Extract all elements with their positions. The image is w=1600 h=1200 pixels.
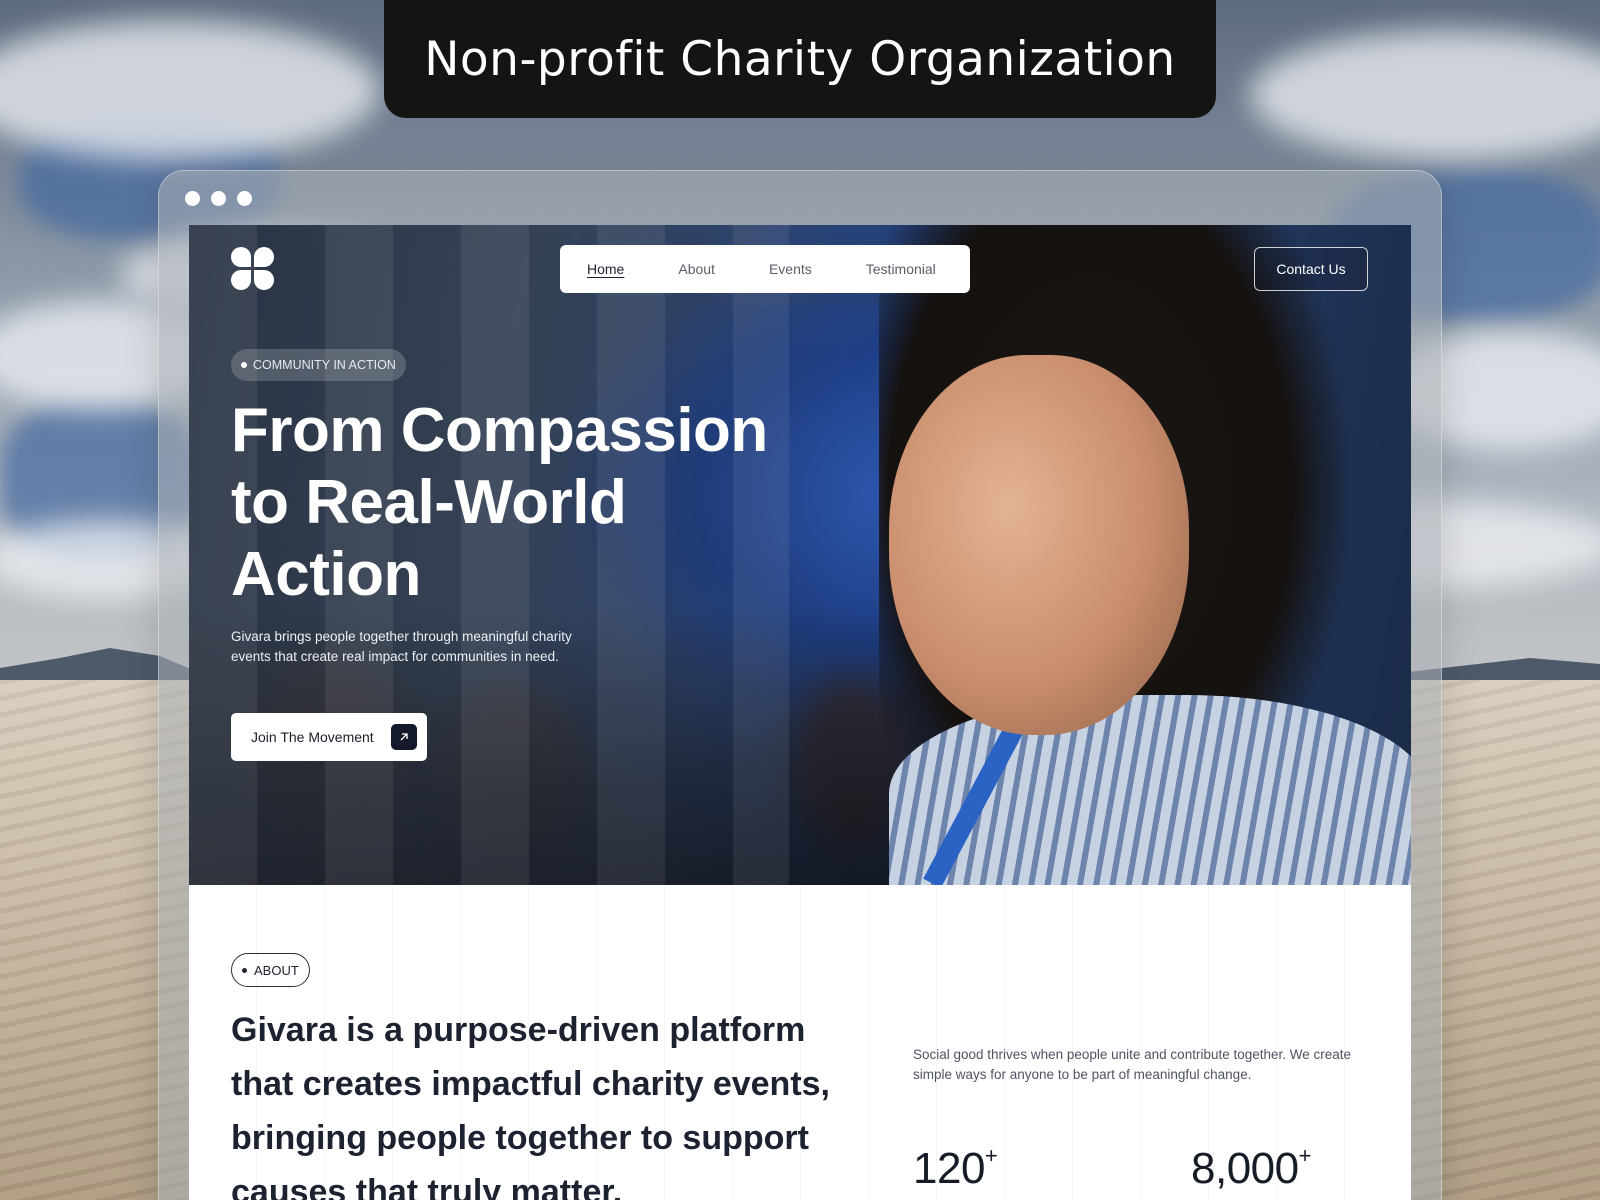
brand-logo[interactable]: [231, 247, 275, 291]
hero-title: From Compassion to Real-World Action: [231, 395, 791, 611]
window-dot[interactable]: [237, 191, 252, 206]
hero-tag: COMMUNITY IN ACTION: [231, 349, 406, 381]
hero-subtitle: Givara brings people together through me…: [231, 629, 572, 664]
main-nav: Home About Events Testimonial: [560, 245, 970, 293]
banner-title: Non-profit Charity Organization: [424, 31, 1176, 87]
hero-title-line: From Compassion: [231, 396, 768, 465]
website-page: Home About Events Testimonial Contact Us…: [189, 225, 1411, 1200]
hero-title-line: to Real-World: [231, 468, 627, 537]
hero-section: Home About Events Testimonial Contact Us…: [189, 225, 1411, 885]
window-controls: [185, 191, 252, 206]
stat-value: 120+: [913, 1143, 998, 1193]
nav-item-events[interactable]: Events: [769, 261, 812, 277]
join-movement-label: Join The Movement: [251, 729, 374, 745]
hero-title-line: Action: [231, 540, 421, 609]
contact-us-button[interactable]: Contact Us: [1254, 247, 1368, 291]
nav-item-testimonial[interactable]: Testimonial: [866, 261, 936, 277]
join-movement-button[interactable]: Join The Movement: [231, 713, 427, 761]
nav-item-about[interactable]: About: [678, 261, 715, 277]
arrow-up-right-icon: [391, 724, 417, 750]
window-dot[interactable]: [211, 191, 226, 206]
about-heading: Givara is a purpose-driven platform that…: [231, 1011, 831, 1200]
stat-value: 8,000+: [1191, 1143, 1311, 1193]
title-banner: Non-profit Charity Organization: [384, 0, 1216, 118]
about-section: ABOUT Givara is a purpose-driven platfor…: [189, 885, 1411, 1200]
about-paragraph: Social good thrives when people unite an…: [913, 1047, 1352, 1082]
nav-item-home[interactable]: Home: [587, 261, 624, 277]
about-tag: ABOUT: [231, 953, 310, 987]
window-dot[interactable]: [185, 191, 200, 206]
